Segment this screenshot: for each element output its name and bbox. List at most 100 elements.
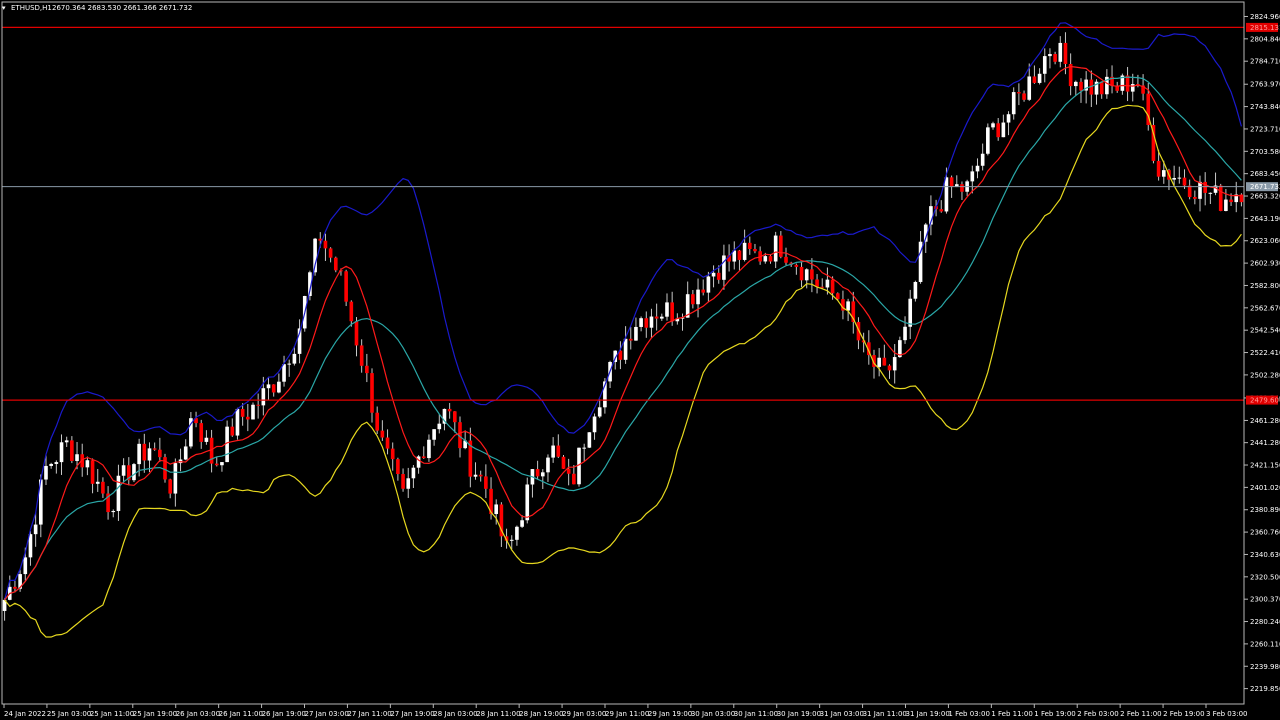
x-tick-label: 3 Feb 03:00 [1206, 710, 1247, 718]
bull-candle [277, 381, 281, 393]
bear-candle [1193, 197, 1197, 199]
x-tick-label: 25 Jan 19:00 [133, 710, 177, 718]
x-tick-label: 29 Jan 19:00 [648, 710, 692, 718]
bull-candle [944, 177, 949, 212]
bear-candle [365, 365, 369, 374]
bear-candle [359, 345, 364, 366]
bull-candle [773, 235, 778, 262]
bull-candle [132, 464, 136, 481]
x-tick-label: 29 Jan 11:00 [605, 710, 649, 718]
bear-candle [152, 448, 157, 450]
bull-candle [1224, 199, 1228, 211]
bear-candle [1099, 81, 1104, 95]
bull-candle [33, 524, 38, 535]
y-tick-label: 2683.450 [1250, 170, 1280, 178]
bull-candle [220, 462, 224, 466]
bull-candle [432, 429, 436, 440]
bear-candle [561, 456, 566, 469]
y-tick-label: 2542.540 [1250, 327, 1280, 335]
x-tick-label: 1 Feb 11:00 [991, 710, 1032, 718]
bear-candle [1079, 81, 1083, 91]
y-tick-label: 2723.710 [1250, 125, 1280, 133]
bull-candle [634, 326, 638, 341]
x-tick-label: 27 Jan 19:00 [390, 710, 434, 718]
bull-candle [520, 520, 524, 527]
y-tick-label: 2320.500 [1250, 573, 1280, 581]
x-tick-label: 26 Jan 11:00 [219, 710, 263, 718]
y-tick-label: 2441.280 [1250, 439, 1280, 447]
bull-candle [509, 539, 514, 541]
bear-candle [1032, 76, 1037, 83]
y-tick-label: 2421.150 [1250, 462, 1280, 470]
bull-candle [582, 447, 586, 449]
bear-candle [256, 404, 260, 406]
bear-candle [1063, 42, 1068, 65]
bear-candle [1022, 93, 1026, 100]
bull-candle [282, 364, 286, 382]
bull-candle [908, 298, 913, 327]
bull-candle [696, 289, 700, 305]
bear-candle [380, 430, 385, 438]
bull-candle [546, 457, 550, 473]
bull-candle [75, 454, 79, 461]
bull-candle [1130, 84, 1135, 92]
bear-candle [390, 448, 395, 460]
bear-candle [794, 264, 799, 267]
bull-candle [540, 472, 545, 477]
bull-candle [825, 279, 830, 288]
bear-candle [753, 248, 757, 252]
bull-candle [763, 256, 768, 262]
x-tick-label: 28 Jan 19:00 [519, 710, 563, 718]
bull-candle [551, 445, 555, 458]
bull-candle [1177, 177, 1182, 179]
bull-candle [116, 475, 121, 512]
bear-candle [333, 257, 338, 271]
x-tick-label: 2 Feb 03:00 [1077, 710, 1118, 718]
bull-candle [261, 388, 266, 406]
bull-candle [639, 318, 643, 327]
bear-candle [70, 440, 74, 461]
bull-candle [147, 448, 152, 461]
bear-candle [90, 460, 95, 484]
bull-candle [892, 357, 897, 371]
bear-candle [168, 479, 172, 494]
bull-candle [23, 557, 28, 575]
bull-candle [986, 127, 990, 154]
x-tick-label: 26 Jan 03:00 [176, 710, 220, 718]
chart-canvas[interactable]: 2824.960 2804.840 2784.710 2763.970 2743.840… [0, 0, 1280, 720]
x-tick-label: 29 Jan 03:00 [562, 710, 606, 718]
bull-candle [411, 467, 416, 479]
bear-candle [810, 269, 814, 280]
bear-candle [101, 481, 105, 494]
bear-candle [882, 357, 887, 366]
bull-candle [406, 478, 411, 489]
x-tick-label: 27 Jan 03:00 [305, 710, 349, 718]
bull-candle [846, 301, 850, 311]
bull-candle [49, 463, 53, 466]
bull-candle [991, 123, 995, 128]
bear-candle [240, 408, 245, 417]
bull-candle [292, 353, 297, 364]
x-tick-label: 26 Jan 19:00 [262, 710, 306, 718]
price-chart[interactable]: 2824.960 2804.840 2784.710 2763.970 2743.840… [0, 0, 1280, 720]
bear-candle [628, 338, 633, 341]
bear-candle [799, 266, 804, 281]
bull-candle [59, 442, 64, 463]
x-tick-label: 31 Jan 19:00 [906, 710, 950, 718]
bear-candle [344, 271, 348, 302]
y-tick-label: 2602.930 [1250, 260, 1280, 268]
bear-candle [716, 272, 721, 280]
y-tick-label: 2239.980 [1250, 663, 1280, 671]
y-tick-label: 2562.670 [1250, 304, 1280, 312]
bull-candle [1048, 54, 1052, 57]
bull-candle [804, 269, 809, 281]
bull-candle [1161, 170, 1166, 177]
current-price-tag: 2671.732 [1250, 183, 1280, 191]
bull-candle [1006, 114, 1011, 123]
bear-candle [747, 242, 752, 249]
bear-candle [1125, 75, 1130, 92]
bear-candle [949, 177, 954, 188]
bull-candle [204, 437, 209, 442]
bear-candle [572, 473, 576, 485]
dropdown-triangle-icon[interactable]: ▾ [2, 4, 6, 12]
